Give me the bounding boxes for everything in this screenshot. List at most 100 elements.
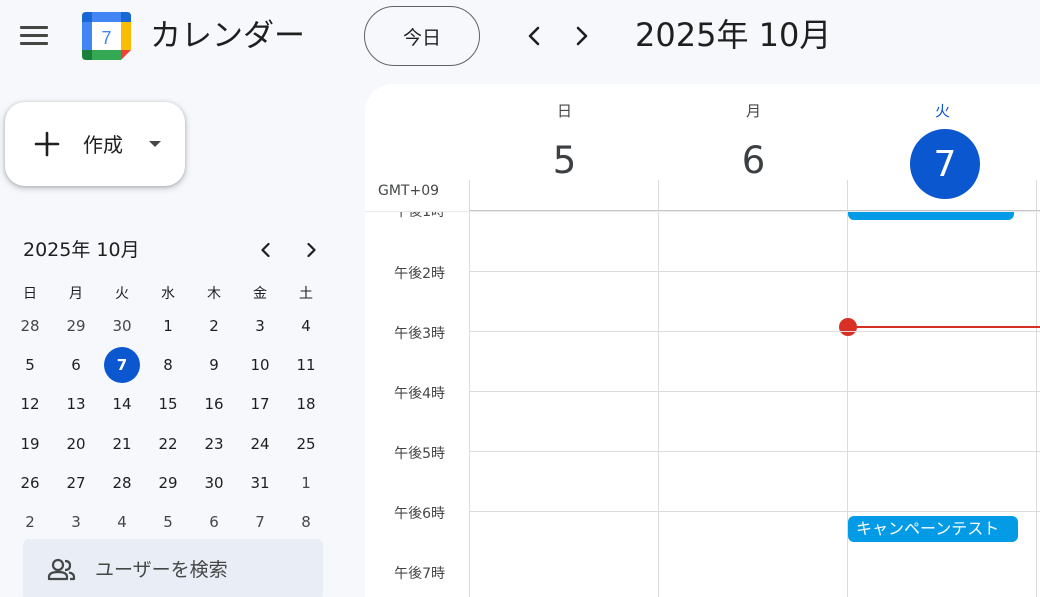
mini-calendar-day-number: 21: [112, 434, 132, 453]
mini-calendar-weekday: 水: [161, 286, 175, 302]
day-of-week-label: 日: [556, 102, 572, 120]
today-day-number[interactable]: 7: [910, 129, 980, 199]
create-label: 作成: [83, 133, 123, 157]
search-users-field[interactable]: ユーザーを検索: [23, 539, 323, 597]
mini-calendar-day[interactable]: 3: [56, 504, 96, 540]
mini-calendar-day-number: 13: [66, 395, 86, 414]
day-number[interactable]: 6: [659, 136, 848, 186]
mini-calendar-day-number: 14: [112, 395, 132, 414]
hour-gridline: [469, 451, 1040, 452]
event-earlier-block[interactable]: [848, 212, 1014, 220]
mini-calendar-day[interactable]: 18: [286, 386, 326, 422]
column-divider: [469, 212, 470, 597]
column-divider: [658, 212, 659, 597]
day-number[interactable]: 5: [470, 136, 659, 186]
hour-label: 午後4時: [394, 386, 445, 402]
mini-calendar-day-number: 3: [255, 317, 265, 335]
mini-calendar-day[interactable]: 19: [10, 426, 50, 462]
mini-calendar-day-number: 30: [112, 317, 132, 335]
today-button[interactable]: 今日: [364, 6, 480, 66]
mini-calendar-day[interactable]: 20: [56, 426, 96, 462]
mini-calendar-day[interactable]: 5: [148, 504, 188, 540]
mini-calendar-today[interactable]: 7: [102, 347, 142, 384]
mini-calendar-day[interactable]: 10: [240, 347, 280, 383]
mini-calendar-day[interactable]: 26: [10, 465, 50, 501]
mini-calendar-day[interactable]: 28: [102, 465, 142, 501]
mini-calendar-day[interactable]: 8: [148, 347, 188, 383]
mini-calendar-day[interactable]: 2: [10, 504, 50, 540]
mini-calendar-day[interactable]: 16: [194, 386, 234, 422]
hour-gridline: [469, 511, 1040, 512]
event-chip[interactable]: キャンペーンテスト: [848, 516, 1018, 542]
menu-icon-bar: [20, 34, 48, 37]
mini-calendar-day[interactable]: 9: [194, 347, 234, 383]
mini-calendar-day[interactable]: 25: [286, 426, 326, 462]
mini-calendar-week-row: 28 29 30 1 2 3 4: [10, 308, 330, 347]
mini-calendar-day-number: 30: [204, 473, 224, 492]
mini-calendar-day[interactable]: 8: [286, 504, 326, 540]
mini-calendar-day[interactable]: 24: [240, 426, 280, 462]
mini-calendar-day[interactable]: 23: [194, 426, 234, 462]
next-period-button[interactable]: [568, 21, 596, 51]
mini-calendar-week-row: 12 13 14 15 16 17 18: [10, 386, 330, 425]
mini-calendar-day-number: 1: [301, 473, 311, 492]
create-button[interactable]: 作成: [5, 102, 185, 186]
mini-calendar-day[interactable]: 29: [56, 308, 96, 344]
mini-calendar-day[interactable]: 15: [148, 386, 188, 422]
main-menu-button[interactable]: [20, 25, 48, 47]
calendar-logo-icon: 7: [82, 12, 131, 60]
mini-calendar-day-number: 22: [158, 434, 178, 453]
time-grid[interactable]: キャンペーンテスト 午後1時 午後2時 午後3時 午後4時 午後5時 午後6時 午後7時: [365, 212, 1040, 597]
mini-calendar-day-number: 31: [250, 473, 270, 492]
mini-calendar-day[interactable]: 12: [10, 386, 50, 422]
mini-calendar-day[interactable]: 14: [102, 386, 142, 422]
mini-calendar-day-number: 1: [163, 317, 173, 335]
mini-calendar-day[interactable]: 22: [148, 426, 188, 462]
mini-calendar-day[interactable]: 29: [148, 465, 188, 501]
mini-calendar-day-number: 28: [112, 473, 132, 492]
hour-label: 午後5時: [394, 446, 445, 462]
day-header-mon: 月 6: [659, 84, 848, 210]
mini-calendar-day-number: 4: [117, 512, 127, 531]
mini-calendar-day[interactable]: 4: [286, 308, 326, 344]
mini-calendar-day[interactable]: 17: [240, 386, 280, 422]
mini-calendar-day[interactable]: 6: [56, 347, 96, 383]
mini-calendar-day[interactable]: 21: [102, 426, 142, 462]
mini-calendar-day-number: 23: [204, 434, 224, 453]
hour-gridline: [469, 331, 1040, 332]
mini-calendar-day[interactable]: 7: [240, 504, 280, 540]
previous-period-button[interactable]: [520, 21, 548, 51]
mini-calendar-day[interactable]: 3: [240, 308, 280, 344]
day-of-week-label: 火: [934, 102, 950, 120]
mini-calendar-prev-button[interactable]: [256, 240, 276, 260]
people-icon: [47, 558, 76, 581]
mini-calendar-next-button[interactable]: [301, 240, 321, 260]
mini-calendar-day-number: 20: [66, 434, 86, 453]
mini-calendar-day[interactable]: 4: [102, 504, 142, 540]
mini-calendar-day[interactable]: 1: [148, 308, 188, 344]
mini-calendar-day[interactable]: 5: [10, 347, 50, 383]
mini-calendar-weekday-row: 日月火水木金土: [10, 278, 330, 308]
mini-calendar-day[interactable]: 27: [56, 465, 96, 501]
column-divider: [847, 180, 848, 210]
mini-calendar-day[interactable]: 2: [194, 308, 234, 344]
mini-calendar-day[interactable]: 11: [286, 347, 326, 383]
menu-icon-bar: [20, 26, 48, 29]
mini-calendar-day[interactable]: 6: [194, 504, 234, 540]
mini-calendar-day[interactable]: 13: [56, 386, 96, 422]
mini-calendar-weekday: 土: [299, 286, 313, 302]
mini-calendar-day[interactable]: 31: [240, 465, 280, 501]
svg-text:7: 7: [101, 28, 111, 48]
mini-calendar-weekday: 火: [115, 286, 129, 302]
mini-calendar-day-number: 8: [163, 356, 173, 375]
hour-gridline: [469, 391, 1040, 392]
mini-calendar-day[interactable]: 1: [286, 465, 326, 501]
menu-icon-bar: [20, 42, 48, 45]
mini-calendar-day-number: 5: [25, 356, 35, 375]
mini-calendar-day-number: 9: [209, 356, 219, 375]
day-of-week-label: 月: [745, 102, 761, 120]
mini-calendar-day[interactable]: 28: [10, 308, 50, 344]
mini-calendar-day-number: 12: [20, 395, 40, 414]
mini-calendar-day[interactable]: 30: [102, 308, 142, 344]
mini-calendar-day[interactable]: 30: [194, 465, 234, 501]
